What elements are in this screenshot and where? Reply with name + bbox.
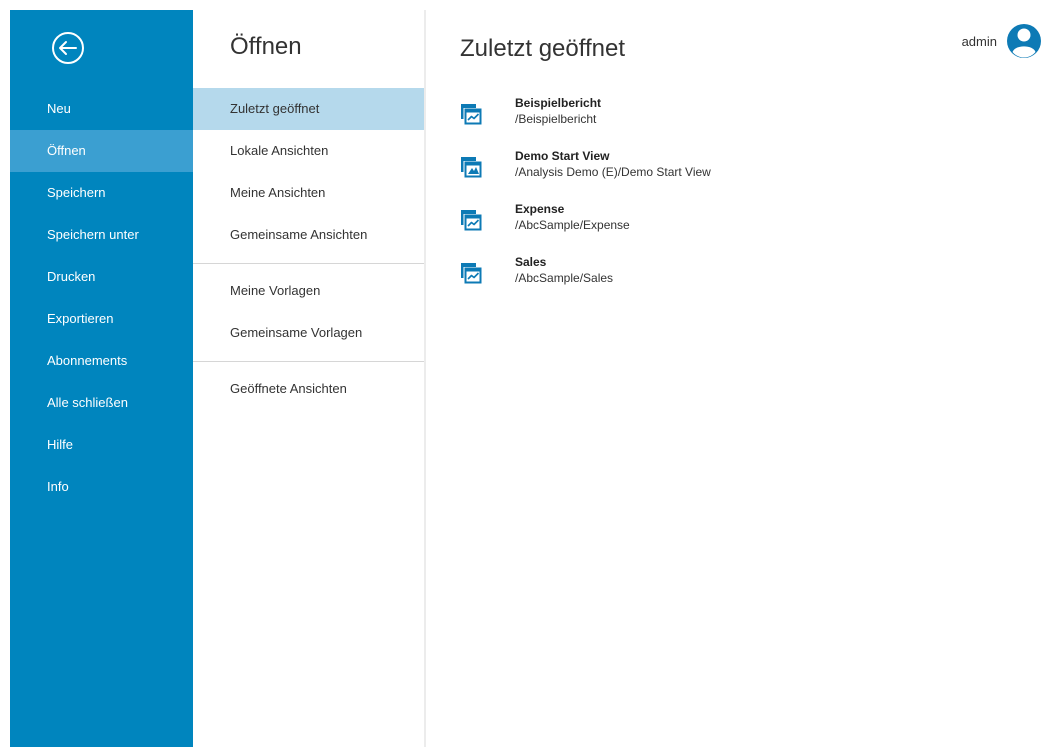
recent-item-name: Demo Start View xyxy=(515,149,610,163)
submenu-item-meine-ansichten[interactable]: Meine Ansichten xyxy=(193,172,424,214)
app-window: Neu Öffnen Speichern Speichern unter Drucken… xyxy=(10,10,1053,747)
recent-item-text: Beispielbericht/Beispielbericht xyxy=(515,96,601,127)
submenu-item-gemeinsame-vorlagen[interactable]: Gemeinsame Vorlagen xyxy=(193,312,424,354)
nav-item-abonnements[interactable]: Abonnements xyxy=(10,340,193,382)
recent-item-path: /AbcSample/Sales xyxy=(515,271,614,285)
main-nav: Neu Öffnen Speichern Speichern unter Drucken… xyxy=(10,10,193,747)
back-button[interactable] xyxy=(51,31,85,65)
recent-item-sales[interactable]: Sales/AbcSample/Sales xyxy=(460,255,1020,308)
recent-item-path: /Beispielbericht xyxy=(515,112,597,126)
nav-item-neu[interactable]: Neu xyxy=(10,88,193,130)
recent-item-name: Beispielbericht xyxy=(515,96,602,110)
nav-item-speichern-unter[interactable]: Speichern unter xyxy=(10,214,193,256)
recent-list: Beispielbericht/Beispielbericht Demo Star… xyxy=(460,96,1020,308)
submenu-item-zuletzt-geoffnet[interactable]: Zuletzt geöffnet xyxy=(193,88,424,130)
nav-item-speichern[interactable]: Speichern xyxy=(10,172,193,214)
submenu-item-meine-vorlagen[interactable]: Meine Vorlagen xyxy=(193,270,424,312)
recent-item-path: /AbcSample/Expense xyxy=(515,218,630,232)
submenu-list: Zuletzt geöffnet Lokale Ansichten Meine An… xyxy=(193,88,424,410)
nav-list: Neu Öffnen Speichern Speichern unter Drucken… xyxy=(10,88,193,508)
analysis-view-icon xyxy=(461,157,482,178)
nav-item-drucken[interactable]: Drucken xyxy=(10,256,193,298)
submenu-divider xyxy=(193,361,424,362)
back-arrow-circle-icon xyxy=(52,32,84,64)
recent-item-path: /Analysis Demo (E)/Demo Start View xyxy=(515,165,711,179)
nav-item-offnen[interactable]: Öffnen xyxy=(10,130,193,172)
submenu-item-lokale-ansichten[interactable]: Lokale Ansichten xyxy=(193,130,424,172)
user-menu[interactable]: admin xyxy=(962,20,1041,62)
submenu-item-gemeinsame-ansichten[interactable]: Gemeinsame Ansichten xyxy=(193,214,424,256)
recent-item-text: Demo Start View/Analysis Demo (E)/Demo S… xyxy=(515,149,711,180)
recent-item-beispielbericht[interactable]: Beispielbericht/Beispielbericht xyxy=(460,96,1020,149)
report-chart-icon xyxy=(461,263,482,284)
nav-item-exportieren[interactable]: Exportieren xyxy=(10,298,193,340)
main-content: Zuletzt geöffnet Beispielbericht/Beispie… xyxy=(426,10,1053,747)
open-submenu: Öffnen Zuletzt geöffnet Lokale Ansichten M… xyxy=(193,10,426,747)
recent-item-demo-start-view[interactable]: Demo Start View/Analysis Demo (E)/Demo S… xyxy=(460,149,1020,202)
recent-item-name: Sales xyxy=(515,255,547,269)
report-chart-icon xyxy=(461,210,482,231)
user-avatar-icon xyxy=(1007,24,1041,58)
submenu-title: Öffnen xyxy=(230,33,302,60)
recent-item-text: Expense/AbcSample/Expense xyxy=(515,202,630,233)
page-title: Zuletzt geöffnet xyxy=(460,35,625,62)
recent-item-expense[interactable]: Expense/AbcSample/Expense xyxy=(460,202,1020,255)
report-chart-icon xyxy=(461,104,482,125)
nav-item-alle-schliessen[interactable]: Alle schließen xyxy=(10,382,193,424)
nav-item-hilfe[interactable]: Hilfe xyxy=(10,424,193,466)
recent-item-name: Expense xyxy=(515,202,565,216)
submenu-item-geoffnete-ansichten[interactable]: Geöffnete Ansichten xyxy=(193,368,424,410)
user-name: admin xyxy=(961,33,997,49)
recent-item-text: Sales/AbcSample/Sales xyxy=(515,255,613,286)
nav-item-info[interactable]: Info xyxy=(10,466,193,508)
submenu-divider xyxy=(193,263,424,264)
